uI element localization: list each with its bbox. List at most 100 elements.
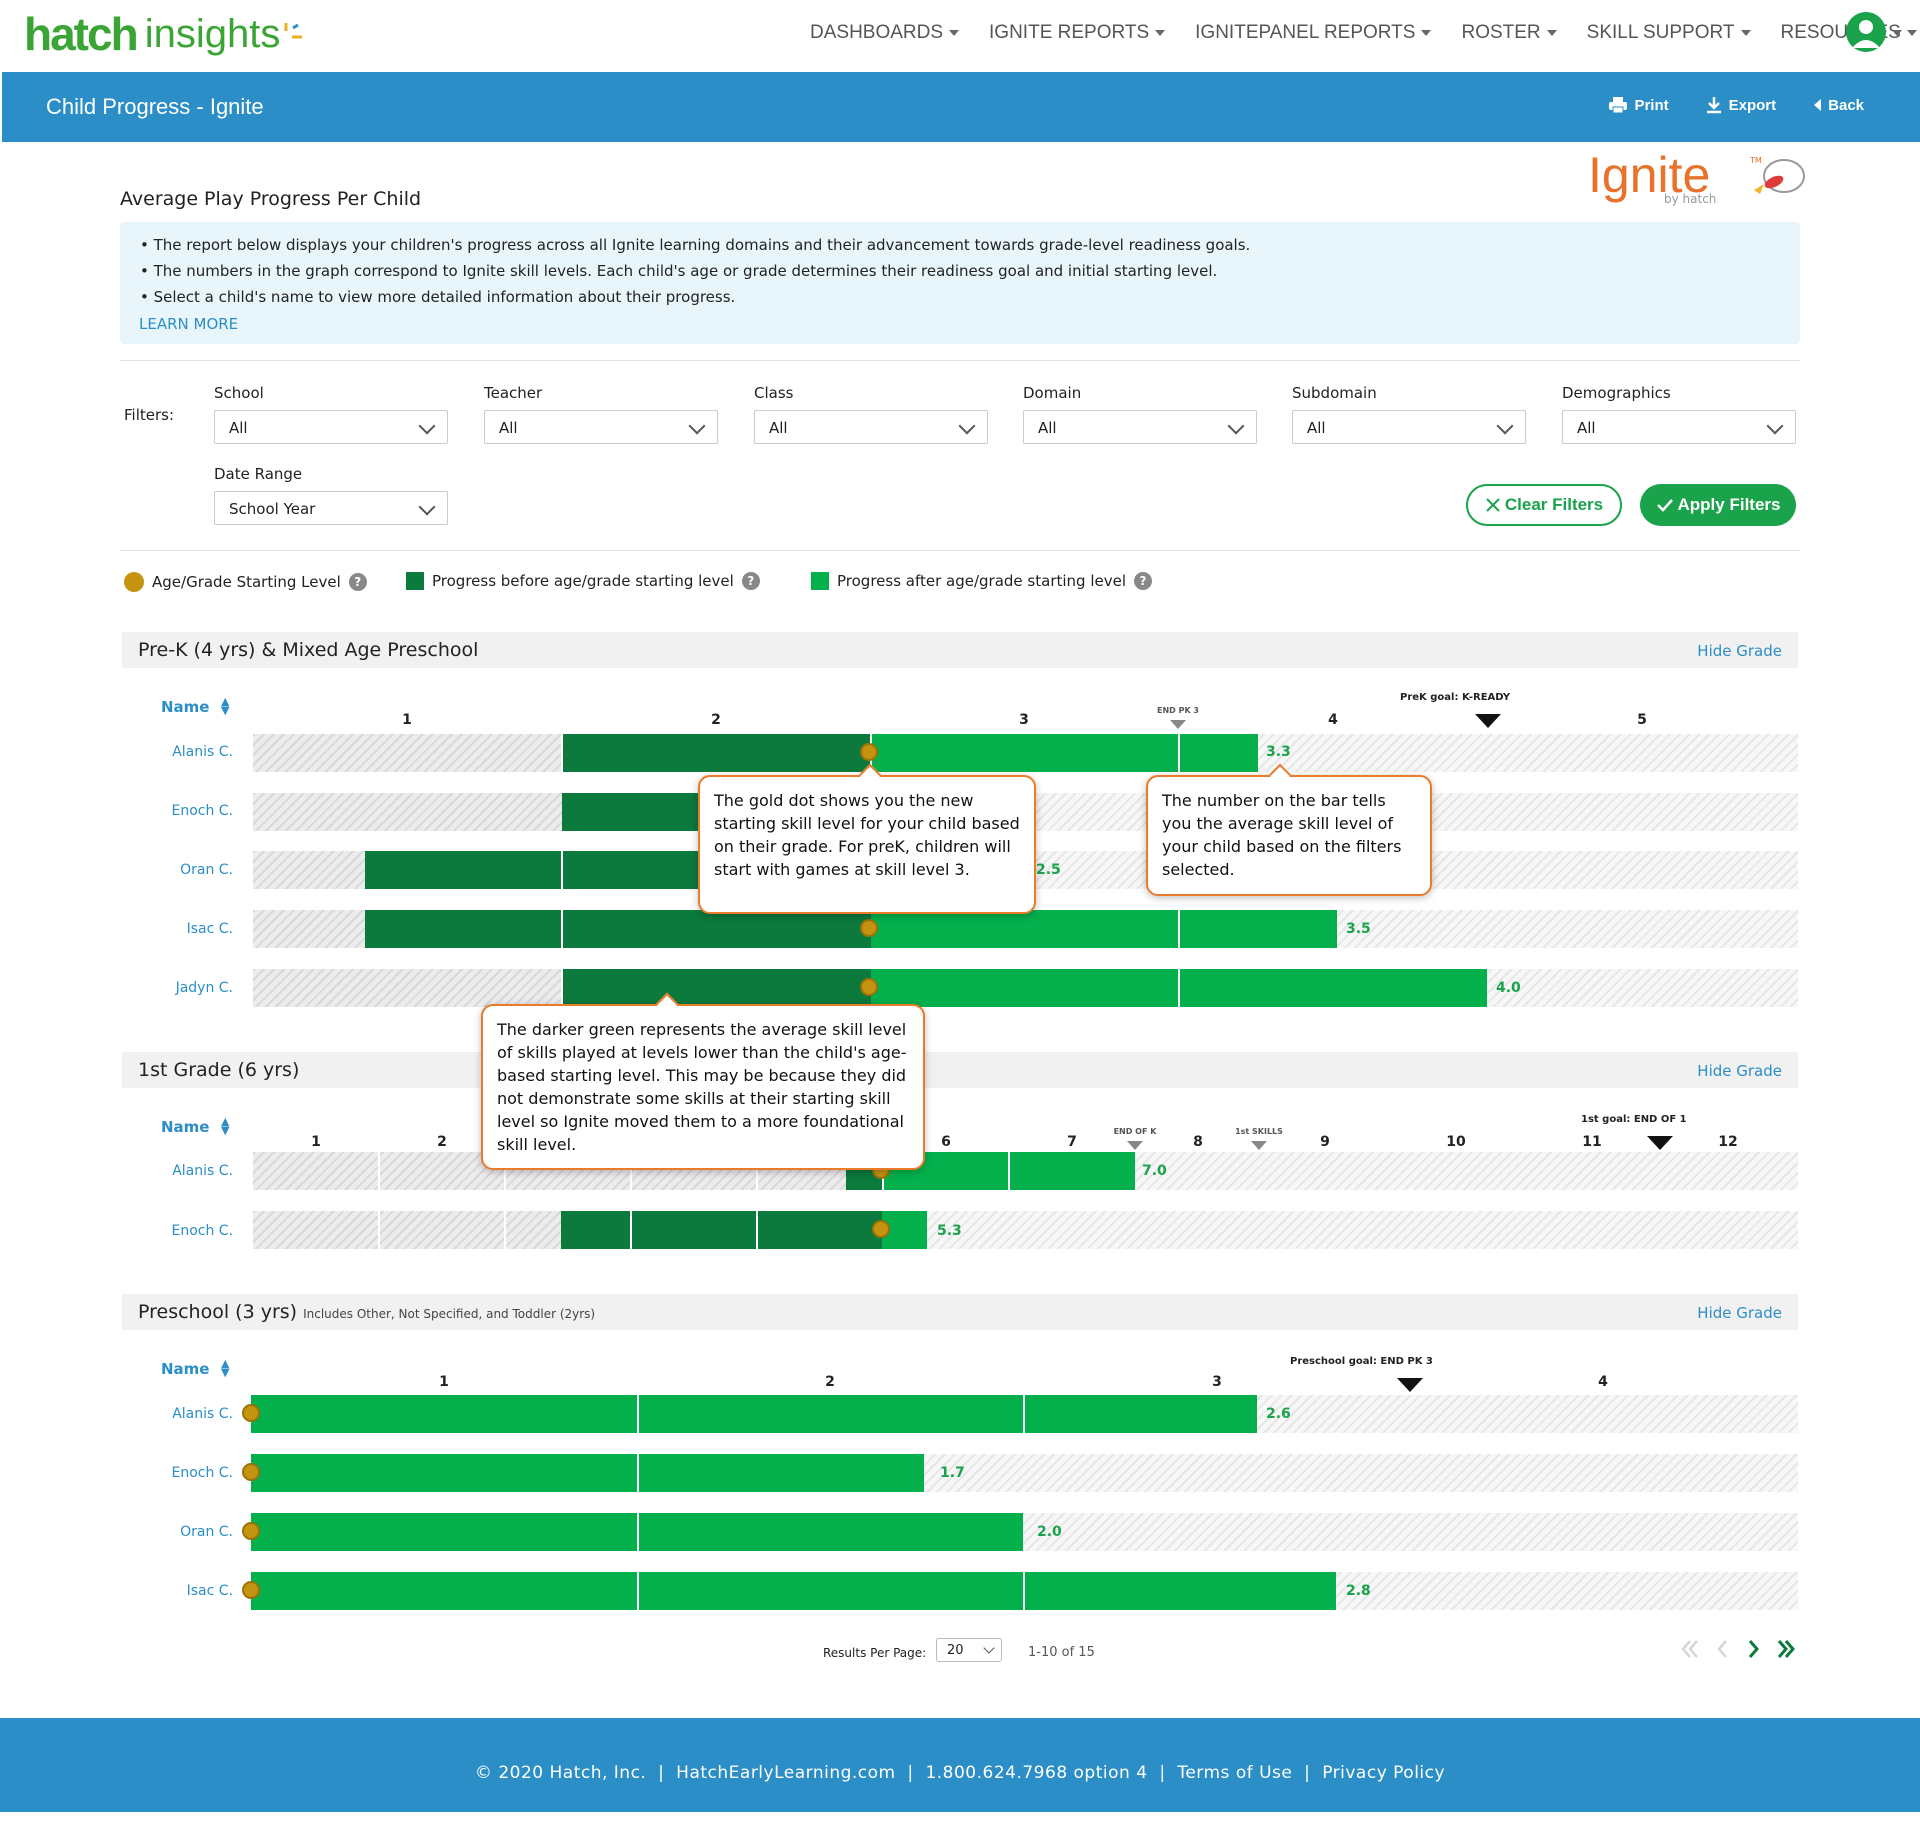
level-divider <box>637 1572 639 1610</box>
nav-roster[interactable]: ROSTER <box>1461 22 1557 44</box>
hide-grade-link[interactable]: Hide Grade <box>1697 1304 1782 1322</box>
level-divider <box>504 1211 506 1249</box>
axis-tick: 6 <box>941 1134 951 1150</box>
subdomain-select[interactable]: All <box>1292 410 1526 444</box>
nav-dashboards[interactable]: DASHBOARDS <box>810 22 960 44</box>
progress-light-segment <box>251 1572 1336 1610</box>
axis-tick: 4 <box>1328 712 1338 728</box>
check-icon <box>1656 499 1673 512</box>
preschool-goal-label: Preschool goal: END PK 3 <box>1290 1356 1433 1367</box>
child-name-link[interactable]: Enoch C. <box>133 1465 233 1481</box>
prev-page-icon[interactable] <box>1716 1638 1730 1660</box>
first-page-icon[interactable] <box>1680 1638 1700 1660</box>
progress-dark-segment <box>562 793 712 831</box>
clear-filters-button[interactable]: Clear Filters <box>1466 484 1622 526</box>
average-level-value: 2.8 <box>1346 1583 1371 1599</box>
nav-skill-support[interactable]: SKILL SUPPORT <box>1587 22 1751 44</box>
print-button[interactable]: Print <box>1608 96 1669 114</box>
hide-grade-link[interactable]: Hide Grade <box>1697 642 1782 660</box>
legend-starting-level: Age/Grade Starting Level ? <box>124 572 367 592</box>
level-divider <box>637 1395 639 1433</box>
help-icon[interactable]: ? <box>1134 572 1152 590</box>
1st-goal-label: 1st goal: END OF 1 <box>1581 1114 1687 1125</box>
progress-light-segment <box>871 910 1337 948</box>
starting-level-dot <box>860 743 878 761</box>
name-sort-header[interactable]: Name <box>161 1360 209 1378</box>
apply-filters-button[interactable]: Apply Filters <box>1640 484 1796 526</box>
child-name-link[interactable]: Isac C. <box>133 1583 233 1599</box>
average-number-callout-text: The number on the bar tells you the aver… <box>1162 791 1402 879</box>
export-button[interactable]: Export <box>1705 96 1776 114</box>
child-name-link[interactable]: Jadyn C. <box>133 980 233 996</box>
next-page-icon[interactable] <box>1746 1638 1760 1660</box>
results-per-page-label: Results Per Page: <box>823 1646 927 1660</box>
nav-ignite-reports[interactable]: IGNITE REPORTS <box>989 22 1166 44</box>
nav-ignitepanel-reports-label: IGNITEPANEL REPORTS <box>1195 22 1416 43</box>
date-range-filter-label: Date Range <box>214 465 303 483</box>
gold-dot-callout: The gold dot shows you the new starting … <box>698 763 1036 914</box>
help-icon[interactable]: ? <box>741 572 760 590</box>
caret-down-icon <box>1906 30 1917 36</box>
subdomain-select-value: All <box>1307 419 1326 437</box>
domain-filter-label: Domain <box>1023 384 1082 402</box>
demographics-select[interactable]: All <box>1562 410 1796 444</box>
subdomain-filter: Subdomain All <box>1292 384 1526 444</box>
dark-green-callout-text: The darker green represents the average … <box>497 1020 907 1154</box>
level-divider <box>561 734 563 772</box>
info-line-3: • Select a child's name to view more det… <box>140 288 736 306</box>
pagination-controls <box>1680 1638 1796 1660</box>
school-filter-label: School <box>214 384 264 402</box>
legend-after-label: Progress after age/grade starting level <box>837 572 1126 590</box>
caret-down-icon <box>1546 30 1557 36</box>
goal-triangle-icon <box>1475 714 1501 728</box>
goal-triangle-icon <box>1397 1378 1423 1392</box>
average-level-value: 4.0 <box>1496 980 1521 996</box>
info-box: • The report below displays your childre… <box>120 222 1800 344</box>
child-name-link[interactable]: Oran C. <box>133 1524 233 1540</box>
user-avatar-icon[interactable] <box>1846 12 1886 52</box>
nav-ignitepanel-reports[interactable]: IGNITEPANEL REPORTS <box>1195 22 1432 44</box>
progress-gray-segment <box>253 969 562 1007</box>
child-name-link[interactable]: Enoch C. <box>133 1223 233 1239</box>
sort-icon[interactable]: ▲ ▼ <box>221 1116 229 1136</box>
help-icon[interactable]: ? <box>348 573 367 591</box>
domain-select[interactable]: All <box>1023 410 1257 444</box>
child-name-link[interactable]: Oran C. <box>133 862 233 878</box>
school-filter: School All <box>214 384 448 444</box>
starting-level-dot <box>872 1220 890 1238</box>
date-range-filter: Date Range School Year <box>214 465 448 525</box>
legend-after: Progress after age/grade starting level … <box>811 572 1152 590</box>
level-divider <box>561 910 563 948</box>
last-page-icon[interactable] <box>1776 1638 1796 1660</box>
teacher-select[interactable]: All <box>484 410 718 444</box>
child-name-link[interactable]: Alanis C. <box>133 1406 233 1422</box>
learn-more-link[interactable]: LEARN MORE <box>139 315 238 333</box>
hide-grade-link[interactable]: Hide Grade <box>1697 1062 1782 1080</box>
results-per-page-select[interactable]: 20 <box>936 1638 1002 1662</box>
child-name-link[interactable]: Alanis C. <box>133 1163 233 1179</box>
child-name-link[interactable]: Isac C. <box>133 921 233 937</box>
average-number-callout: The number on the bar tells you the aver… <box>1146 763 1432 896</box>
nav-roster-label: ROSTER <box>1461 22 1541 43</box>
progress-gray-segment <box>253 1211 561 1249</box>
average-level-value: 3.5 <box>1346 921 1371 937</box>
demographics-filter-label: Demographics <box>1562 384 1671 402</box>
chevron-down-icon <box>983 1642 995 1654</box>
name-sort-header[interactable]: Name <box>161 698 209 716</box>
child-name-link[interactable]: Enoch C. <box>133 803 233 819</box>
name-sort-header[interactable]: Name <box>161 1118 209 1136</box>
school-select[interactable]: All <box>214 410 448 444</box>
level-divider <box>1023 1395 1025 1433</box>
back-button[interactable]: Back <box>1812 96 1864 114</box>
sort-icon[interactable]: ▲ ▼ <box>221 696 229 716</box>
child-name-link[interactable]: Alanis C. <box>133 744 233 760</box>
date-range-select[interactable]: School Year <box>214 491 448 525</box>
level-divider <box>756 1211 758 1249</box>
class-select[interactable]: All <box>754 410 988 444</box>
logo-word-insights: insights <box>144 11 281 56</box>
hatch-insights-logo[interactable]: hatch insights <box>24 6 310 62</box>
avatar-caret-icon[interactable] <box>1892 30 1902 36</box>
progress-dark-segment <box>562 734 871 772</box>
prek-goal-label: PreK goal: K-READY <box>1400 692 1510 703</box>
sort-icon[interactable]: ▲ ▼ <box>221 1358 229 1378</box>
